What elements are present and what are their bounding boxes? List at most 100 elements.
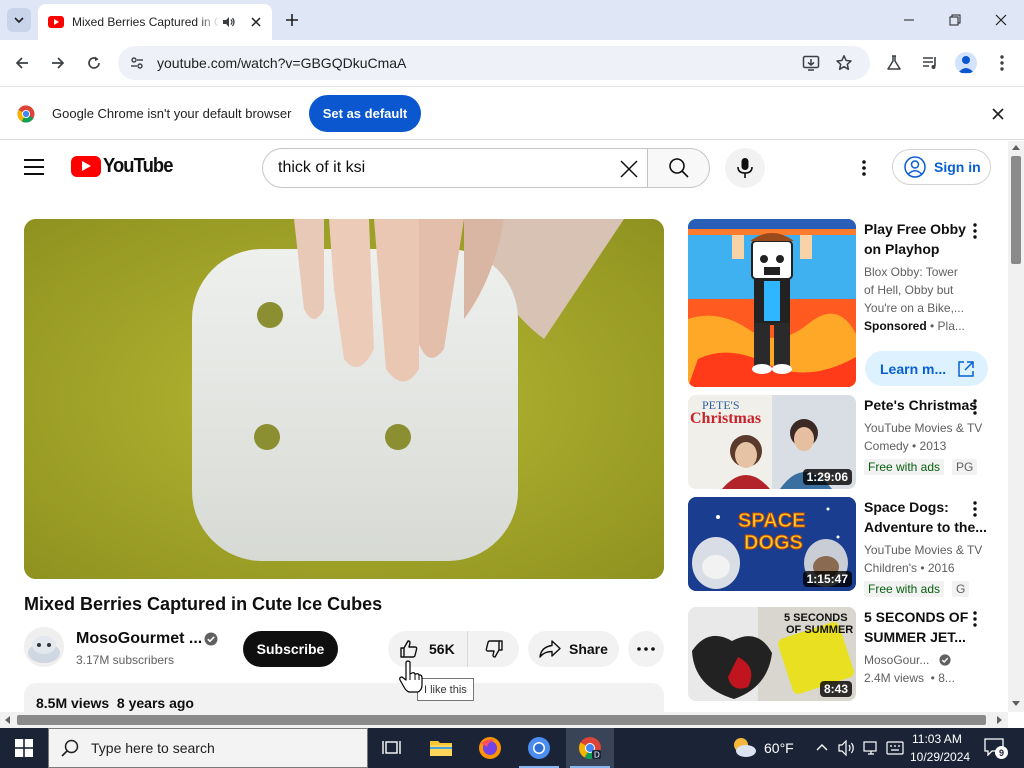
subscriber-count: 3.17M subscribers xyxy=(76,653,175,667)
task-view-icon xyxy=(382,741,401,754)
volume-icon[interactable] xyxy=(838,740,856,756)
browser-tab[interactable]: Mixed Berries Captured in Cute Ice Cubes xyxy=(38,4,272,40)
new-tab-button[interactable] xyxy=(282,10,302,30)
more-actions-button[interactable] xyxy=(628,631,664,667)
clear-search-icon[interactable] xyxy=(617,157,641,181)
close-infobar-icon[interactable] xyxy=(988,104,1008,124)
weather-temp[interactable]: 60°F xyxy=(764,740,794,756)
share-button[interactable]: Share xyxy=(528,631,619,667)
more-horizontal-icon xyxy=(637,647,655,651)
back-button[interactable] xyxy=(10,51,34,75)
address-bar[interactable]: youtube.com/watch?v=GBGQDkuCmaA xyxy=(118,46,870,80)
video-title-link[interactable]: Space Dogs: Adventure to the... xyxy=(864,497,987,537)
file-explorer-button[interactable] xyxy=(417,728,465,768)
site-info-icon[interactable] xyxy=(126,52,148,74)
horizontal-scrollbar[interactable] xyxy=(0,712,1008,728)
sponsored-label: Sponsored xyxy=(864,319,927,333)
restore-button[interactable] xyxy=(932,0,978,40)
video-meta: YouTube Movies & TV Children's • 2016 xyxy=(864,541,982,577)
chevron-down-icon xyxy=(14,17,24,24)
ad-thumbnail[interactable] xyxy=(688,219,856,387)
video-thumbnail[interactable]: PETE'S Christmas 1:29:06 xyxy=(688,395,856,489)
chevron-up-icon[interactable] xyxy=(816,742,828,752)
chromium-button[interactable] xyxy=(515,728,563,768)
video-more-icon[interactable] xyxy=(967,609,983,629)
youtube-favicon-icon xyxy=(48,16,64,28)
channel-avatar[interactable] xyxy=(24,627,64,667)
audio-playing-icon[interactable] xyxy=(222,15,240,29)
notification-count: 9 xyxy=(995,746,1008,759)
clock-date[interactable]: 10/29/2024 xyxy=(910,750,970,764)
voice-search-button[interactable] xyxy=(725,148,765,188)
vertical-scroll-thumb[interactable] xyxy=(1011,156,1021,264)
close-window-button[interactable] xyxy=(978,0,1024,40)
bookmark-star-icon[interactable] xyxy=(834,53,854,73)
thumbnail-text: DOGS xyxy=(744,532,803,554)
sidebar-video[interactable]: 5 SECONDS OF SUMMER 8:43 5 SECONDS OF SU… xyxy=(688,607,988,703)
sidebar-video[interactable]: PETE'S Christmas 1:29:06 Pete's Christma… xyxy=(688,395,988,491)
subscribe-button[interactable]: Subscribe xyxy=(243,631,338,667)
task-view-button[interactable] xyxy=(368,728,416,768)
scroll-left-arrow-icon[interactable] xyxy=(5,716,10,724)
close-icon xyxy=(995,14,1007,26)
forward-button[interactable] xyxy=(46,51,70,75)
network-icon[interactable] xyxy=(862,740,880,756)
tab-search-button[interactable] xyxy=(7,8,31,32)
plus-icon xyxy=(286,14,298,26)
scroll-up-arrow-icon[interactable] xyxy=(1012,145,1020,150)
video-thumbnail[interactable]: 5 SECONDS OF SUMMER 8:43 xyxy=(688,607,856,701)
thumbnail-text: 5 SECONDS xyxy=(784,612,848,624)
search-button[interactable] xyxy=(647,148,710,188)
video-meta: YouTube Movies & TV Comedy • 2013 xyxy=(864,419,982,455)
ad-title-line: on Playhop xyxy=(864,241,940,257)
learn-more-button[interactable]: Learn m... xyxy=(865,351,988,386)
video-title-link[interactable]: Pete's Christmas xyxy=(864,395,977,415)
ad-more-icon[interactable] xyxy=(967,221,983,241)
settings-more-icon[interactable] xyxy=(852,156,876,180)
chrome-button[interactable]: D xyxy=(566,728,614,768)
sidebar-video[interactable]: SPACE DOGS 1:15:47 Space Dogs: Adventure… xyxy=(688,497,988,597)
genre-year: Comedy • 2013 xyxy=(864,439,947,453)
scroll-down-arrow-icon[interactable] xyxy=(1012,701,1020,706)
guide-menu-icon[interactable] xyxy=(24,155,48,179)
firefox-button[interactable] xyxy=(466,728,514,768)
youtube-logo[interactable]: YouTube xyxy=(71,155,179,178)
ad-title[interactable]: Play Free Obby on Playhop xyxy=(864,219,968,259)
labs-flask-icon[interactable] xyxy=(882,51,906,75)
video-title: Mixed Berries Captured in Cute Ice Cubes xyxy=(24,594,383,614)
install-app-icon[interactable] xyxy=(801,53,821,73)
video-more-icon[interactable] xyxy=(967,499,983,519)
channel-name[interactable]: MosoGourmet ... xyxy=(76,630,202,648)
free-with-ads-badge: Free with ads xyxy=(864,459,945,475)
chrome-menu-icon[interactable] xyxy=(990,51,1014,75)
video-title-line: 5 SECONDS OF xyxy=(864,609,969,625)
video-duration: 8:43 xyxy=(819,681,852,697)
clock-time[interactable]: 11:03 AM xyxy=(912,732,962,746)
reload-button[interactable] xyxy=(82,51,106,75)
input-method-icon[interactable] xyxy=(886,740,904,756)
verified-badge-icon xyxy=(939,654,951,666)
minimize-button[interactable] xyxy=(886,0,932,40)
start-button[interactable] xyxy=(0,728,48,768)
set-as-default-button[interactable]: Set as default xyxy=(309,95,421,132)
weather-cloud-icon[interactable] xyxy=(731,736,757,758)
vertical-scrollbar[interactable] xyxy=(1008,141,1024,712)
profile-avatar-icon[interactable] xyxy=(954,51,978,75)
video-thumbnail[interactable]: SPACE DOGS 1:15:47 xyxy=(688,497,856,591)
url-text[interactable]: youtube.com/watch?v=GBGQDkuCmaA xyxy=(157,55,406,71)
close-tab-icon[interactable] xyxy=(248,14,264,30)
dislike-button[interactable] xyxy=(468,631,519,667)
notification-center-button[interactable]: 9 xyxy=(984,738,1008,759)
scroll-right-arrow-icon[interactable] xyxy=(997,716,1002,724)
video-more-icon[interactable] xyxy=(967,397,983,417)
horizontal-scroll-thumb[interactable] xyxy=(17,715,986,725)
video-player[interactable] xyxy=(24,219,664,579)
video-duration: 1:15:47 xyxy=(802,571,852,587)
video-title-link[interactable]: 5 SECONDS OF SUMMER JET... xyxy=(864,607,974,647)
search-input[interactable] xyxy=(278,159,598,177)
taskbar-search-box[interactable]: Type here to search xyxy=(48,728,368,768)
sign-in-button[interactable]: Sign in xyxy=(892,149,991,185)
media-controls-icon[interactable] xyxy=(918,51,942,75)
search-box xyxy=(262,148,647,188)
infobar-message: Google Chrome isn't your default browser xyxy=(52,106,292,121)
